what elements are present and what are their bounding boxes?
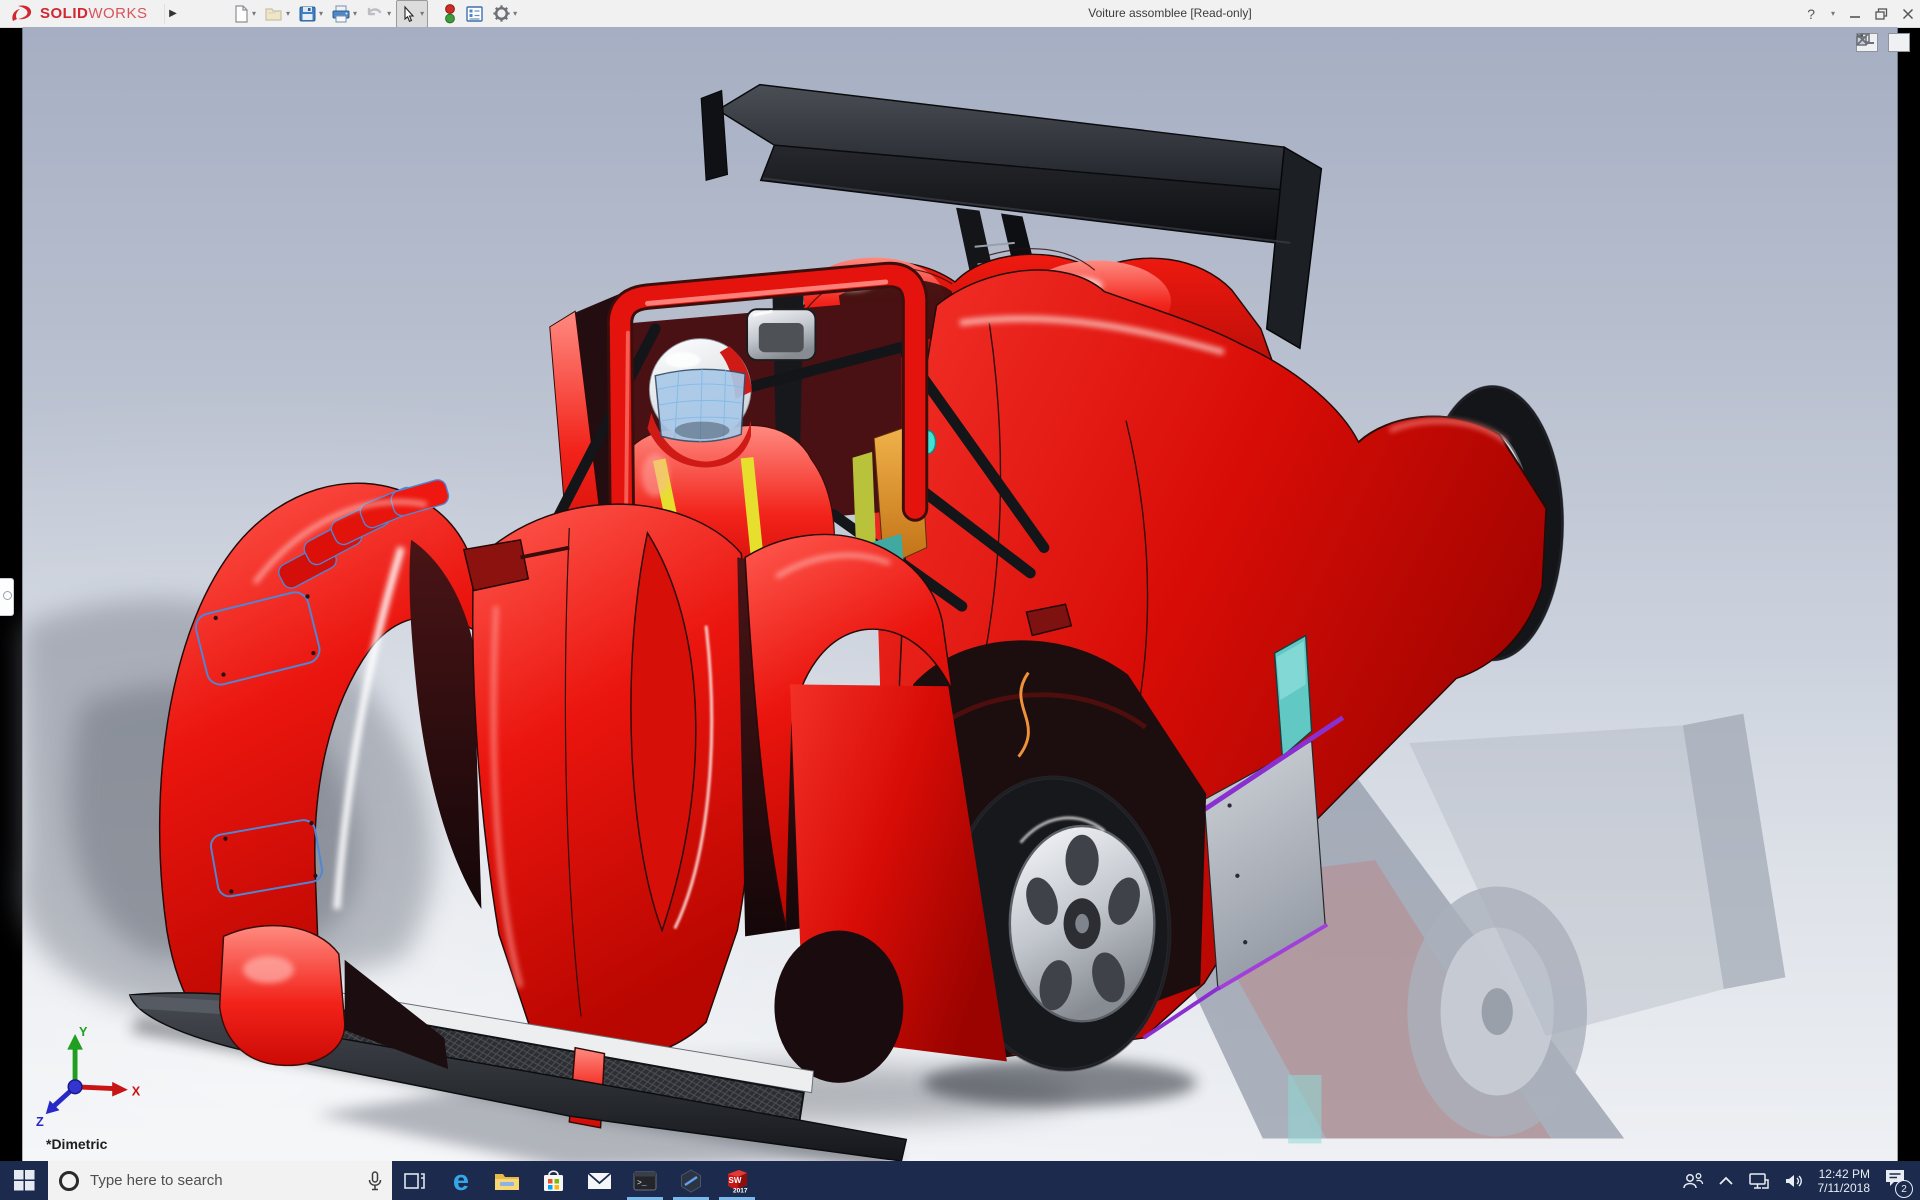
new-document-button[interactable]: ▾ (229, 1, 259, 27)
print-icon (332, 5, 350, 22)
titlebar-controls: ? ▾ (1807, 0, 1914, 27)
front-clamshell[interactable] (128, 478, 1007, 1161)
3d-model-canvas[interactable]: Y X Z (0, 27, 1920, 1161)
featuremanager-collapsed-tab[interactable] (0, 578, 14, 616)
dropdown-arrow[interactable]: ▾ (319, 9, 323, 18)
cortana-icon (59, 1170, 79, 1191)
dropdown-arrow[interactable]: ▾ (513, 9, 517, 18)
rear-view-mirror[interactable] (746, 308, 817, 362)
taskbar-clock[interactable]: 12:42 PM 7/11/2018 (1818, 1167, 1871, 1195)
clock-date: 7/11/2018 (1817, 1180, 1871, 1195)
restore-button[interactable] (1875, 7, 1888, 20)
rebuild-button[interactable] (440, 1, 460, 27)
view-orientation-label: *Dimetric (46, 1136, 108, 1152)
taskbar-icon-edge[interactable]: e (438, 1161, 484, 1200)
svg-text:SW: SW (729, 1176, 742, 1185)
taskbar-icon-solidworks[interactable]: SW 2017 (714, 1161, 760, 1200)
hidden-icons-chevron[interactable] (1718, 1176, 1734, 1186)
windows-logo-icon (13, 1170, 34, 1191)
ds-swirl-icon (12, 4, 32, 21)
nose (472, 503, 754, 1062)
gear-icon (493, 5, 510, 22)
save-icon (299, 6, 316, 21)
windows-taskbar: Type here to search e >_ SW 2017 12:42 P… (0, 1161, 1920, 1200)
system-tray: 12:42 PM 7/11/2018 2 (1682, 1161, 1920, 1200)
select-tool-button[interactable]: ▾ (396, 0, 429, 28)
help-dropdown-arrow[interactable]: ▾ (1831, 9, 1835, 18)
edrawings-hexagon-icon (681, 1168, 701, 1193)
taskbar-icon-command-prompt[interactable]: >_ (622, 1161, 668, 1200)
dropdown-arrow[interactable]: ▾ (286, 9, 290, 18)
people-icon[interactable] (1682, 1172, 1704, 1190)
file-explorer-icon (495, 1173, 519, 1190)
notification-badge: 2 (1895, 1180, 1913, 1198)
front-wheel-arch-shadow (774, 930, 904, 1083)
next-pane-button[interactable] (1857, 33, 1910, 52)
save-button[interactable]: ▾ (295, 1, 326, 27)
action-center-button[interactable]: 2 (1884, 1168, 1913, 1198)
close-button[interactable] (1902, 8, 1914, 20)
solidworks-2017-icon: SW 2017 (728, 1169, 748, 1194)
command-prompt-icon: >_ (633, 1171, 657, 1190)
document-window-controls (1856, 33, 1910, 52)
new-document-icon (235, 4, 248, 23)
network-icon[interactable] (1748, 1172, 1770, 1190)
open-icon (265, 7, 282, 21)
clock-time: 12:42 PM (1818, 1166, 1870, 1181)
start-button[interactable] (0, 1161, 48, 1200)
dropdown-arrow[interactable]: ▾ (387, 9, 391, 18)
minimize-button[interactable] (1849, 8, 1861, 20)
options-button[interactable]: ▾ (489, 1, 520, 27)
pane-pin-icon (3, 591, 12, 600)
taskbar-search[interactable]: Type here to search (48, 1161, 392, 1200)
file-properties-icon (466, 5, 483, 22)
microphone-icon[interactable] (368, 1170, 382, 1191)
taskbar-icon-mail[interactable] (576, 1161, 622, 1200)
edge-icon: e (452, 1164, 470, 1197)
undo-button[interactable]: ▾ (362, 1, 394, 27)
close-document-button[interactable] (1856, 33, 1869, 46)
triad-y-label: Y (79, 1025, 88, 1039)
microsoft-store-icon (543, 1169, 563, 1191)
volume-icon[interactable] (1784, 1172, 1804, 1190)
dropdown-arrow[interactable]: ▾ (420, 9, 424, 18)
open-button[interactable]: ▾ (261, 1, 293, 27)
toolbar-flyout-arrow[interactable]: ▶ (164, 3, 181, 24)
print-button[interactable]: ▾ (328, 1, 360, 27)
svg-text:>_: >_ (637, 1179, 647, 1188)
select-arrow-icon (404, 5, 415, 22)
title-bar: SOLIDWORKS ▶ ▾ ▾ ▾ ▾ ▾ ▾ ▾ Voiture assom… (0, 0, 1920, 28)
main-toolbar: ▾ ▾ ▾ ▾ ▾ ▾ ▾ (229, 0, 520, 28)
sw-year-label: 2017 (733, 1187, 748, 1194)
rebuild-traffic-light-icon (445, 3, 455, 23)
dropdown-arrow[interactable]: ▾ (353, 9, 357, 18)
graphics-area[interactable]: *Dimetric Y X Z (0, 27, 1920, 1161)
taskbar-icon-store[interactable] (530, 1161, 576, 1200)
triad-z-label: Z (36, 1115, 44, 1129)
undo-icon (367, 7, 382, 15)
brand-text: SOLIDWORKS (40, 5, 148, 22)
search-placeholder: Type here to search (90, 1172, 223, 1189)
solidworks-logo: SOLIDWORKS (0, 4, 160, 24)
mail-icon (586, 1171, 612, 1189)
window-title: Voiture assomblee [Read-only] (1088, 6, 1252, 20)
help-button[interactable]: ? (1807, 6, 1815, 22)
task-view-icon (404, 1172, 425, 1189)
fender-pod (218, 924, 346, 1067)
taskbar-icon-edrawings[interactable] (668, 1161, 714, 1200)
taskbar-icon-task-view[interactable] (392, 1161, 438, 1200)
file-properties-button[interactable] (462, 1, 487, 27)
triad-x-label: X (132, 1085, 141, 1099)
taskbar-icon-file-explorer[interactable] (484, 1161, 530, 1200)
dropdown-arrow[interactable]: ▾ (252, 9, 256, 18)
